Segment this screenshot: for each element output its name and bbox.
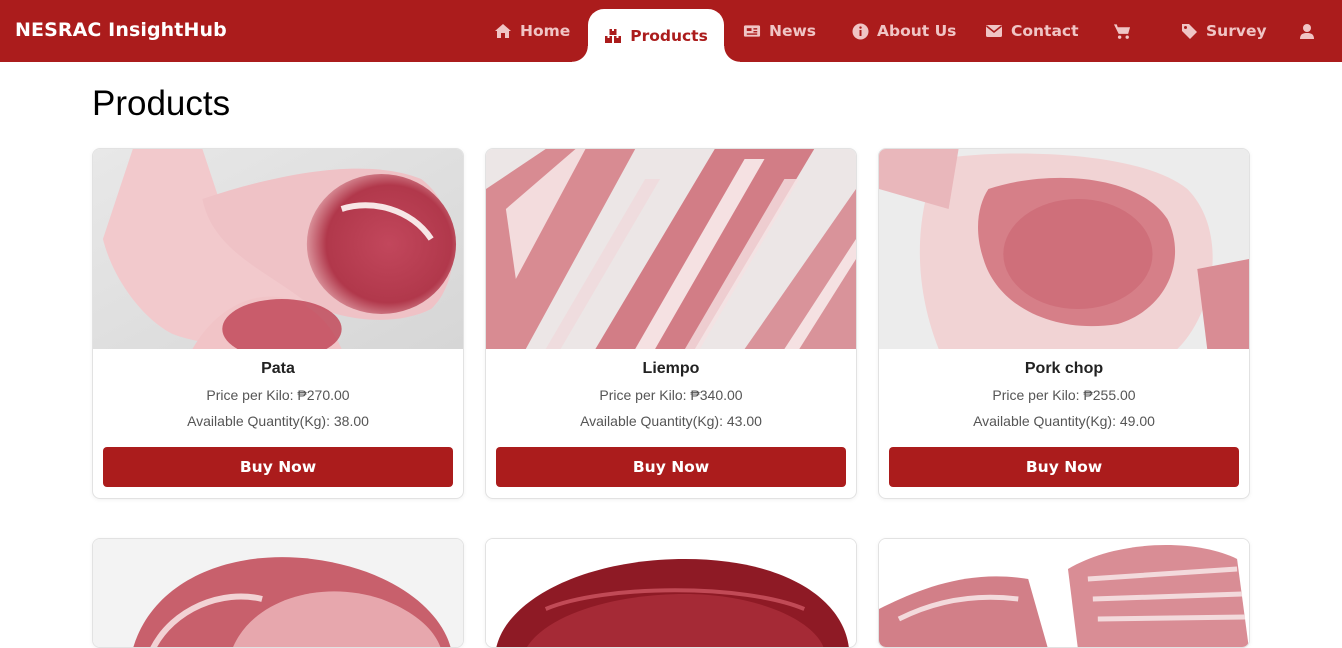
product-image-pork-chop[interactable] <box>879 149 1249 349</box>
top-navbar: NESRAC InsightHub Home Products News Abo… <box>0 0 1342 62</box>
product-name: Pata <box>261 360 295 377</box>
page-title: Products <box>92 84 231 123</box>
product-card: Pata Price per Kilo: ₱270.00 Available Q… <box>92 148 464 499</box>
info-icon <box>851 22 869 40</box>
product-name: Liempo <box>642 360 700 377</box>
home-icon <box>494 22 512 40</box>
product-card <box>485 538 857 648</box>
nav-news-label: News <box>769 22 817 40</box>
product-image[interactable] <box>93 539 463 648</box>
product-card: Liempo Price per Kilo: ₱340.00 Available… <box>485 148 857 499</box>
product-price: Price per Kilo: ₱270.00 <box>206 387 350 403</box>
buy-now-button[interactable]: Buy Now <box>103 447 453 487</box>
tag-icon <box>1180 22 1198 40</box>
nav-contact-label: Contact <box>1011 22 1079 40</box>
nav-survey-label: Survey <box>1206 22 1267 40</box>
nav-home-label: Home <box>520 22 571 40</box>
product-image-liempo[interactable] <box>486 149 856 349</box>
product-image[interactable] <box>879 539 1249 648</box>
products-icon <box>604 27 622 45</box>
nav-survey[interactable]: Survey <box>1180 0 1267 62</box>
buy-now-button[interactable]: Buy Now <box>496 447 846 487</box>
nav-products[interactable]: Products <box>572 9 740 62</box>
nav-products-label: Products <box>630 26 708 45</box>
nav-cart[interactable] <box>1113 0 1131 62</box>
product-card: Pork chop Price per Kilo: ₱255.00 Availa… <box>878 148 1250 499</box>
product-card <box>878 538 1250 648</box>
user-icon <box>1298 22 1316 40</box>
brand-logo[interactable]: NESRAC InsightHub <box>15 19 227 41</box>
product-quantity: Available Quantity(Kg): 43.00 <box>580 413 762 429</box>
nav-contact[interactable]: Contact <box>985 0 1079 62</box>
product-quantity: Available Quantity(Kg): 38.00 <box>187 413 369 429</box>
cart-icon <box>1113 22 1131 40</box>
newspaper-icon <box>743 22 761 40</box>
nav-about-label: About Us <box>877 22 957 40</box>
product-price: Price per Kilo: ₱340.00 <box>599 387 743 403</box>
buy-now-button[interactable]: Buy Now <box>889 447 1239 487</box>
envelope-icon <box>985 22 1003 40</box>
nav-home[interactable]: Home <box>494 0 570 62</box>
product-image-pata[interactable] <box>93 149 463 349</box>
product-card <box>92 538 464 648</box>
nav-about[interactable]: About Us <box>851 0 956 62</box>
product-quantity: Available Quantity(Kg): 49.00 <box>973 413 1155 429</box>
nav-news[interactable]: News <box>743 0 816 62</box>
nav-user[interactable] <box>1298 0 1316 62</box>
product-price: Price per Kilo: ₱255.00 <box>992 387 1136 403</box>
product-image[interactable] <box>486 539 856 648</box>
product-name: Pork chop <box>1024 360 1104 377</box>
